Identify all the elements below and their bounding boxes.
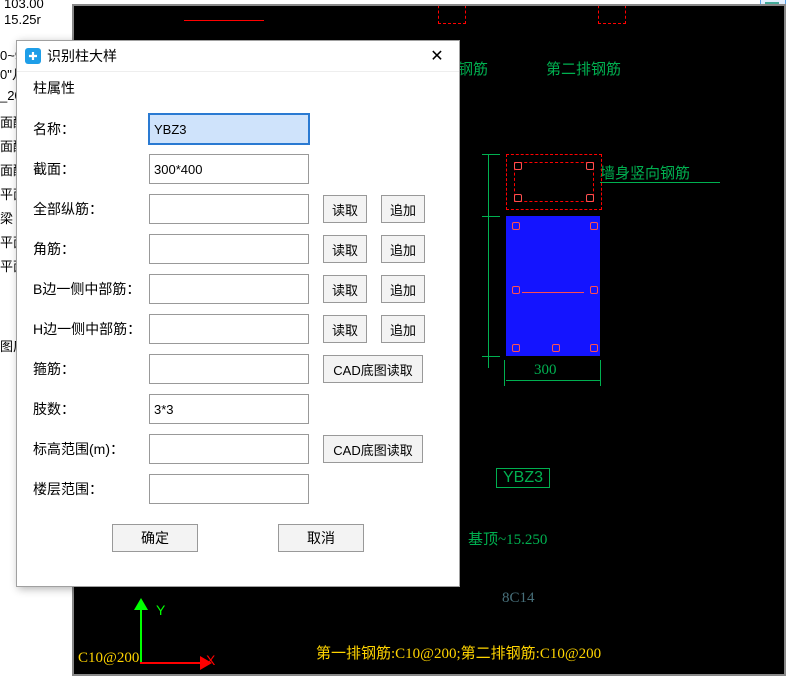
append-button-h-mid[interactable]: 追加: [381, 315, 425, 343]
input-floor-range[interactable]: [149, 474, 309, 504]
ok-button[interactable]: 确定: [112, 524, 198, 552]
input-name[interactable]: [149, 114, 309, 144]
label-elev-range: 标高范围(m)：: [33, 439, 149, 459]
input-all-long[interactable]: [149, 194, 309, 224]
dialog-identify-column: ✚ 识别柱大样 ✕ 柱属性 名称： 截面： 全部纵筋： 读取 追加 角筋：: [16, 40, 460, 587]
input-h-mid[interactable]: [149, 314, 309, 344]
label-b-mid: B边一侧中部筋：: [33, 279, 149, 299]
dim-tick: [482, 216, 500, 217]
label-all-long: 全部纵筋：: [33, 199, 149, 219]
dim-300: 300: [534, 362, 557, 379]
dim-line-300: [506, 380, 600, 381]
left-frag: 梁: [0, 208, 13, 227]
append-button-all-long[interactable]: 追加: [381, 195, 425, 223]
left-frag: 103.00: [4, 0, 44, 11]
rebar-dot: [590, 344, 598, 352]
label-c10-left: C10@200: [78, 650, 139, 667]
dim-vline: [488, 154, 489, 368]
input-legs[interactable]: [149, 394, 309, 424]
stirrup-outline-upper: [514, 162, 594, 202]
append-button-b-mid[interactable]: 追加: [381, 275, 425, 303]
dialog-form: 名称： 截面： 全部纵筋： 读取 追加 角筋： 读取 追加 B边一侧中部筋：: [17, 100, 459, 586]
leader-line: [600, 182, 720, 183]
dim-tick: [482, 154, 500, 155]
app-stage: 103.00 15.25r 0~9 0"几 _20 面醑 面醑 面醑 平面 梁 …: [0, 0, 794, 681]
read-button-h-mid[interactable]: 读取: [323, 315, 367, 343]
dim-tick: [600, 360, 601, 386]
input-elev-range[interactable]: [149, 434, 309, 464]
rebar-dot: [512, 222, 520, 230]
label-first-second-rebar: 第一排钢筋:C10@200;第二排钢筋:C10@200: [316, 642, 601, 663]
dim-tick: [482, 356, 500, 357]
label-ybz3: YBZ3: [496, 468, 550, 488]
app-icon: ✚: [25, 48, 41, 64]
cancel-button[interactable]: 取消: [278, 524, 364, 552]
x-axis-line: [140, 662, 202, 664]
label-legs: 肢数：: [33, 399, 149, 419]
label-stirrup: 箍筋：: [33, 359, 149, 379]
label-wall-vertical-rebar: 墙身竖向钢筋: [600, 162, 690, 183]
rebar-dot: [512, 344, 520, 352]
label-base-top: 基顶~15.250: [468, 528, 547, 549]
read-button-corner[interactable]: 读取: [323, 235, 367, 263]
input-stirrup[interactable]: [149, 354, 309, 384]
rebar-dot: [590, 286, 598, 294]
close-icon[interactable]: ✕: [423, 42, 451, 70]
input-section[interactable]: [149, 154, 309, 184]
left-frag: 15.25r: [4, 12, 41, 27]
y-axis-label: Y: [156, 602, 165, 618]
label-corner: 角筋：: [33, 239, 149, 259]
input-b-mid[interactable]: [149, 274, 309, 304]
dialog-title: 识别柱大样: [47, 46, 423, 66]
rebar-dot: [514, 194, 522, 202]
grid-bubble: [598, 4, 626, 24]
label-second-rebar: 第二排钢筋: [546, 58, 621, 79]
dim-tick: [504, 360, 505, 386]
cad-read-button-stirrup[interactable]: CAD底图读取: [323, 355, 423, 383]
x-axis-label: X: [206, 652, 215, 668]
label-name: 名称：: [33, 119, 149, 139]
red-underline: [184, 4, 264, 21]
rebar-dot: [590, 222, 598, 230]
label-section: 截面：: [33, 159, 149, 179]
label-8c14: 8C14: [502, 590, 535, 607]
dialog-titlebar[interactable]: ✚ 识别柱大样 ✕: [17, 41, 459, 72]
group-label: 柱属性: [17, 72, 459, 100]
y-axis-line: [140, 606, 142, 664]
rebar-dot: [586, 162, 594, 170]
label-rebar-top: 钢筋: [458, 58, 488, 79]
grid-bubble: [438, 4, 466, 24]
rebar-dot: [514, 162, 522, 170]
rebar-dot: [552, 344, 560, 352]
input-corner[interactable]: [149, 234, 309, 264]
append-button-corner[interactable]: 追加: [381, 235, 425, 263]
rebar-dot: [586, 194, 594, 202]
read-button-all-long[interactable]: 读取: [323, 195, 367, 223]
cad-read-button-elev[interactable]: CAD底图读取: [323, 435, 423, 463]
column-fill: [506, 216, 600, 356]
label-h-mid: H边一侧中部筋：: [33, 319, 149, 339]
read-button-b-mid[interactable]: 读取: [323, 275, 367, 303]
tie-bar: [522, 292, 584, 293]
rebar-dot: [512, 286, 520, 294]
label-floor-range: 楼层范围：: [33, 479, 149, 499]
